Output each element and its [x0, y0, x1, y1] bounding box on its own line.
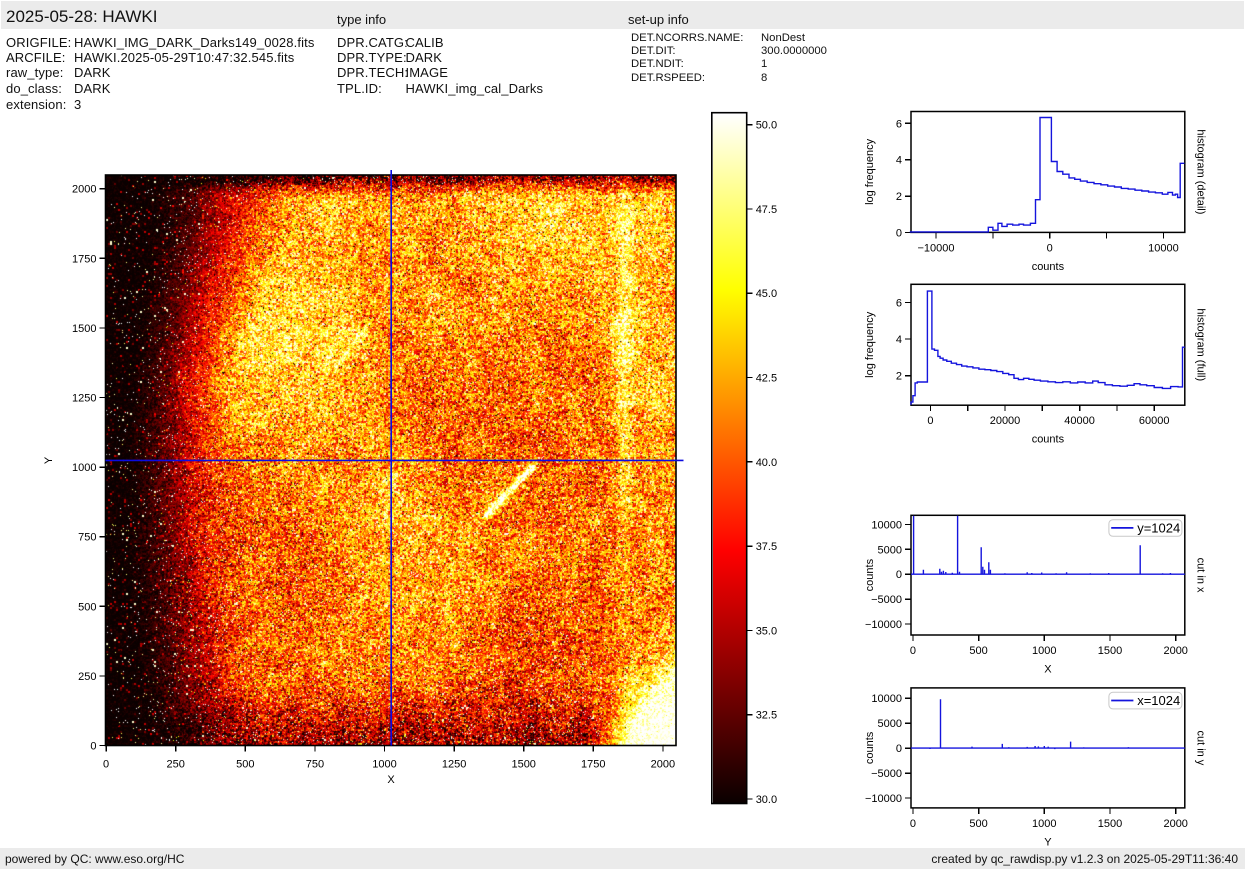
svg-text:Y: Y — [43, 456, 55, 464]
svg-text:40000: 40000 — [1064, 415, 1095, 427]
svg-text:counts: counts — [1032, 434, 1065, 446]
svg-text:0: 0 — [1047, 242, 1053, 254]
svg-text:32.5: 32.5 — [756, 710, 777, 722]
svg-text:0: 0 — [927, 415, 933, 427]
svg-text:cut in y: cut in y — [1195, 730, 1207, 765]
svg-text:500: 500 — [78, 601, 96, 613]
svg-text:X: X — [1044, 664, 1052, 676]
svg-text:X: X — [387, 774, 395, 786]
svg-text:cut in x: cut in x — [1195, 558, 1207, 593]
svg-text:−5000: −5000 — [871, 594, 902, 606]
svg-text:counts: counts — [1032, 261, 1065, 273]
svg-text:50.0: 50.0 — [756, 120, 777, 132]
svg-text:0: 0 — [103, 759, 109, 771]
svg-text:20000: 20000 — [990, 415, 1021, 427]
svg-text:1750: 1750 — [72, 253, 96, 265]
svg-text:5000: 5000 — [878, 544, 902, 556]
svg-text:750: 750 — [306, 759, 324, 771]
svg-text:1000: 1000 — [1032, 818, 1056, 830]
svg-text:250: 250 — [78, 671, 96, 683]
svg-text:−5000: −5000 — [871, 768, 902, 780]
svg-text:500: 500 — [236, 759, 254, 771]
svg-text:500: 500 — [969, 818, 987, 830]
svg-text:750: 750 — [78, 532, 96, 544]
svg-text:500: 500 — [969, 645, 987, 657]
svg-text:2000: 2000 — [72, 184, 96, 196]
svg-text:1000: 1000 — [72, 462, 96, 474]
svg-text:2000: 2000 — [1163, 645, 1187, 657]
svg-text:1250: 1250 — [442, 759, 466, 771]
svg-text:Y: Y — [1044, 836, 1052, 848]
svg-text:−10000: −10000 — [865, 793, 902, 805]
svg-text:0: 0 — [90, 741, 96, 753]
svg-text:1500: 1500 — [1098, 818, 1122, 830]
svg-text:1000: 1000 — [1032, 645, 1056, 657]
svg-text:1500: 1500 — [1098, 645, 1122, 657]
svg-text:−10000: −10000 — [865, 619, 902, 631]
svg-text:0: 0 — [910, 645, 916, 657]
svg-text:y=1024: y=1024 — [1137, 521, 1180, 536]
svg-text:1750: 1750 — [581, 759, 605, 771]
svg-text:2000: 2000 — [1163, 818, 1187, 830]
svg-text:histogram (full): histogram (full) — [1195, 308, 1207, 381]
svg-text:45.0: 45.0 — [756, 288, 777, 300]
svg-text:42.5: 42.5 — [756, 373, 777, 385]
svg-text:6: 6 — [896, 118, 902, 130]
svg-text:4: 4 — [896, 155, 902, 167]
svg-text:0: 0 — [896, 743, 902, 755]
svg-text:60000: 60000 — [1139, 415, 1170, 427]
svg-text:5000: 5000 — [878, 718, 902, 730]
svg-text:counts: counts — [864, 731, 876, 764]
svg-text:0: 0 — [896, 569, 902, 581]
svg-text:2: 2 — [896, 191, 902, 203]
svg-text:250: 250 — [167, 759, 185, 771]
svg-text:10000: 10000 — [871, 519, 902, 531]
svg-text:37.5: 37.5 — [756, 541, 777, 553]
svg-text:log frequency: log frequency — [864, 311, 876, 378]
svg-text:histogram (detail): histogram (detail) — [1195, 129, 1207, 214]
svg-text:counts: counts — [864, 558, 876, 591]
svg-text:6: 6 — [896, 297, 902, 309]
svg-text:2000: 2000 — [651, 759, 675, 771]
svg-text:35.0: 35.0 — [756, 625, 777, 637]
svg-text:1500: 1500 — [72, 323, 96, 335]
svg-text:0: 0 — [896, 227, 902, 239]
svg-text:30.0: 30.0 — [756, 794, 777, 806]
svg-text:x=1024: x=1024 — [1137, 693, 1180, 708]
svg-text:1250: 1250 — [72, 393, 96, 405]
svg-text:4: 4 — [896, 334, 902, 346]
svg-text:−10000: −10000 — [917, 242, 954, 254]
svg-text:40.0: 40.0 — [756, 457, 777, 469]
svg-text:10000: 10000 — [1148, 242, 1179, 254]
svg-text:2: 2 — [896, 371, 902, 383]
svg-text:10000: 10000 — [871, 693, 902, 705]
svg-text:1500: 1500 — [511, 759, 535, 771]
svg-text:1000: 1000 — [372, 759, 396, 771]
svg-text:0: 0 — [910, 818, 916, 830]
svg-text:47.5: 47.5 — [756, 204, 777, 216]
svg-text:log frequency: log frequency — [864, 138, 876, 205]
